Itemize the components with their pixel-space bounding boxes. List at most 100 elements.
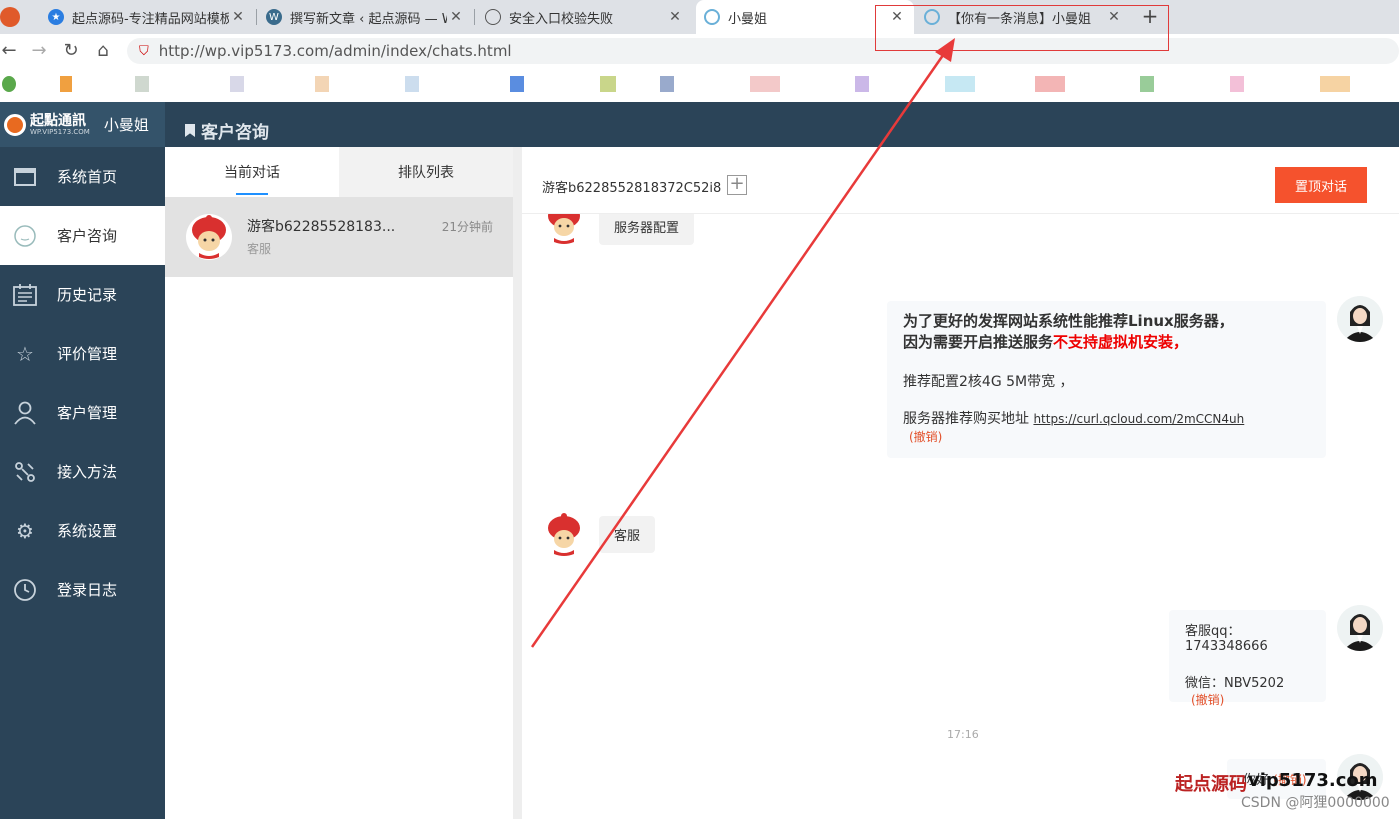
sidebar-item-label: 客户咨询 [57, 227, 118, 245]
sidebar-item-label: 接入方法 [57, 463, 118, 481]
bookmark-icon[interactable] [405, 76, 419, 92]
calendar-list-icon [12, 282, 38, 308]
star-icon: ☆ [16, 341, 34, 366]
bookmark-icon[interactable] [600, 76, 616, 92]
message-line: 为了更好的发挥网站系统性能推荐Linux服务器， [903, 312, 1234, 330]
tab-title: 小曼姐 [728, 11, 768, 27]
browser-tab-1[interactable]: ★ 起点源码-专注精品网站模板_ ✕ [40, 0, 255, 34]
window-icon [12, 164, 38, 190]
globe-icon [485, 9, 501, 25]
bookmark-icon [185, 124, 195, 137]
bookmark-icon[interactable] [1035, 76, 1065, 92]
conversation-last-message: 客服 [247, 242, 272, 256]
bookmark-icon[interactable] [60, 76, 72, 92]
sidebar-item-consult[interactable]: 客户咨询 [0, 206, 165, 265]
bookmark-icon[interactable] [1140, 76, 1154, 92]
bookmark-icon[interactable] [855, 76, 869, 92]
message-line: 客服qq：1743348666 [1185, 624, 1268, 654]
tab-separator [474, 9, 475, 25]
purchase-link[interactable]: https://curl.qcloud.com/2mCCN4uh [1033, 412, 1244, 426]
browser-tabbar: ★ 起点源码-专注精品网站模板_ ✕ W 撰写新文章 ‹ 起点源码 — Wo ✕… [0, 0, 1399, 34]
tab-title: 撰写新文章 ‹ 起点源码 — Wo [290, 11, 447, 27]
annotation-highlight-box [875, 5, 1169, 51]
browser-address-bar: ← → ↻ ⌂ ⛉ http://wp.vip5173.com/admin/in… [0, 34, 1399, 68]
tab-title: 安全入口校验失败 [509, 11, 614, 27]
bookmark-icon[interactable] [510, 76, 524, 92]
close-tab-icon[interactable]: ✕ [666, 9, 684, 25]
brand-name: 起點通訊 [30, 112, 86, 129]
sidebar-item-customers[interactable]: 客户管理 [0, 383, 165, 442]
tab-title: 起点源码-专注精品网站模板_ [72, 11, 229, 27]
bookmark-icon[interactable] [1230, 76, 1244, 92]
forward-icon[interactable]: → [24, 40, 54, 61]
sidebar: 系统首页 客户咨询 历史记录 ☆ 评价管理 客户管理 接入方法 ⚙ 系统设置 登… [0, 147, 165, 819]
message-line: 服务器推荐购买地址 https://curl.qcloud.com/2mCCN4… [903, 408, 1310, 428]
sidebar-item-integration[interactable]: 接入方法 [0, 442, 165, 501]
tab-label: 排队列表 [398, 165, 454, 181]
message-timestamp: 17:16 [947, 728, 979, 741]
tab-queue-list[interactable]: 排队列表 [339, 147, 513, 197]
pin-conversation-button[interactable]: 置顶对话 [1275, 167, 1367, 203]
message-bubble: 客服qq：1743348666 微信：NBV5202 (撤销) [1169, 610, 1326, 707]
close-tab-icon[interactable]: ✕ [447, 9, 465, 25]
tab-label: 当前对话 [224, 165, 280, 181]
add-icon[interactable]: + [727, 175, 747, 195]
revoke-link[interactable]: (撤销) [1191, 691, 1310, 708]
sidebar-item-label: 系统设置 [57, 522, 118, 540]
back-icon[interactable]: ← [0, 40, 24, 61]
sidebar-item-reviews[interactable]: ☆ 评价管理 [0, 324, 165, 383]
gear-icon: ⚙ [16, 518, 34, 543]
message-text: 因为需要开启推送服务 [903, 333, 1054, 351]
sidebar-item-label: 历史记录 [57, 286, 118, 304]
message-line: 因为需要开启推送服务不支持虚拟机安装， [903, 332, 1310, 353]
sidebar-item-label: 系统首页 [57, 168, 118, 186]
bookmark-icon[interactable] [1320, 76, 1350, 92]
conversation-item[interactable]: 游客b62285528183... 21分钟前 客服 [165, 197, 513, 277]
bookmark-icon[interactable] [945, 76, 975, 92]
revoke-link[interactable]: (撤销) [909, 428, 1310, 445]
reload-icon[interactable]: ↻ [56, 40, 86, 61]
guest-avatar-icon [186, 214, 232, 260]
sidebar-item-label: 评价管理 [57, 345, 118, 363]
bookmark-icon[interactable] [315, 76, 329, 92]
message-text: 服务器推荐购买地址 [903, 411, 1034, 427]
bookmark-icon[interactable] [230, 76, 244, 92]
connect-icon [12, 459, 38, 485]
chat-bubble-icon [12, 223, 38, 249]
sidebar-item-label: 登录日志 [57, 581, 118, 599]
chat-messages: 服务器配置 为了更好的发挥网站系统性能推荐Linux服务器， 因为需要开启推送服… [522, 214, 1399, 819]
sidebar-item-settings[interactable]: ⚙ 系统设置 [0, 501, 165, 560]
close-tab-icon[interactable]: ✕ [229, 9, 247, 25]
chat-guest-name: 游客b6228552818372C52i8 [542, 181, 722, 196]
message-bubble: 客服 [599, 516, 656, 553]
browser-tab-2[interactable]: W 撰写新文章 ‹ 起点源码 — Wo ✕ [258, 0, 473, 34]
guest-avatar-icon [548, 214, 580, 244]
browser-profile-icon[interactable] [0, 7, 20, 27]
panel-divider [513, 147, 522, 819]
wordpress-icon: W [266, 9, 282, 25]
bookmark-icon[interactable] [660, 76, 674, 92]
sidebar-item-home[interactable]: 系统首页 [0, 147, 165, 206]
url-input[interactable]: ⛉ http://wp.vip5173.com/admin/index/chat… [127, 38, 1399, 64]
user-icon [12, 400, 38, 426]
bookmarks-bar [0, 68, 1399, 100]
watermark-brand: 起点源码 [1175, 774, 1247, 795]
bookmark-icon[interactable] [135, 76, 149, 92]
tab-separator [256, 9, 257, 25]
bookmark-icon[interactable] [2, 76, 16, 92]
agent-avatar-icon [1337, 296, 1383, 342]
message-line: 微信：NBV5202 [1185, 676, 1285, 691]
active-tab-underline [236, 193, 268, 195]
current-user[interactable]: 小曼姐 [104, 114, 149, 135]
agent-avatar-icon [1337, 605, 1383, 651]
page-title: 客户咨询 [185, 118, 269, 143]
tab-current-chats[interactable]: 当前对话 [165, 147, 339, 197]
site-favicon-icon: ★ [48, 9, 64, 25]
sidebar-item-login-log[interactable]: 登录日志 [0, 560, 165, 619]
page-title-text: 客户咨询 [201, 123, 269, 143]
bookmark-icon[interactable] [750, 76, 780, 92]
browser-tab-3[interactable]: 安全入口校验失败 ✕ [477, 0, 692, 34]
conversation-panel: 当前对话 排队列表 游客b62285528183... 21分钟前 客服 [165, 147, 513, 819]
home-icon[interactable]: ⌂ [88, 40, 118, 61]
sidebar-item-history[interactable]: 历史记录 [0, 265, 165, 324]
